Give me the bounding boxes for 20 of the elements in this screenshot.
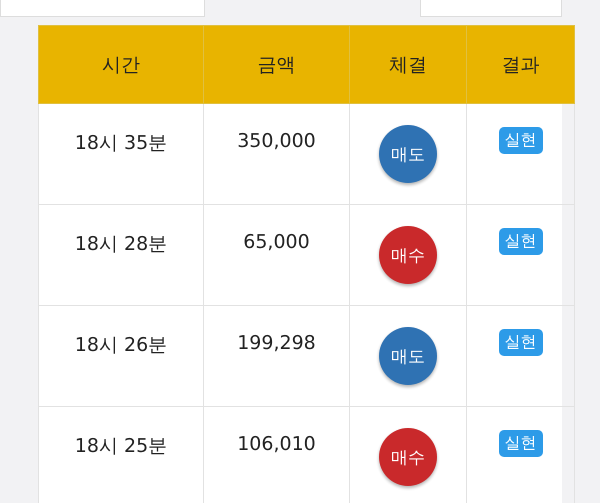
- result-badge: 실현: [498, 329, 542, 356]
- result-badge: 실현: [498, 430, 542, 457]
- column-header: 시간: [38, 26, 204, 104]
- amount-text: 350,000: [237, 130, 316, 152]
- time-text: 18시 28분: [74, 232, 168, 257]
- result-badge: 실현: [498, 228, 542, 255]
- time-text: 18시 25분: [74, 434, 168, 459]
- column-header: 체결: [350, 26, 466, 104]
- amount-text: 106,010: [237, 433, 316, 455]
- trade-badge: 매수: [379, 428, 437, 486]
- trade-badge: 매도: [379, 125, 437, 183]
- trade-badge: 매수: [379, 226, 437, 284]
- time-text: 18시 26분: [74, 333, 168, 358]
- result-badge: 실현: [498, 127, 542, 154]
- amount-text: 65,000: [243, 231, 310, 253]
- trade-badge: 매도: [379, 327, 437, 385]
- column-header: 결과: [466, 26, 574, 104]
- time-text: 18시 35분: [74, 131, 168, 156]
- column-header: 금액: [204, 26, 350, 104]
- amount-text: 199,298: [237, 332, 316, 354]
